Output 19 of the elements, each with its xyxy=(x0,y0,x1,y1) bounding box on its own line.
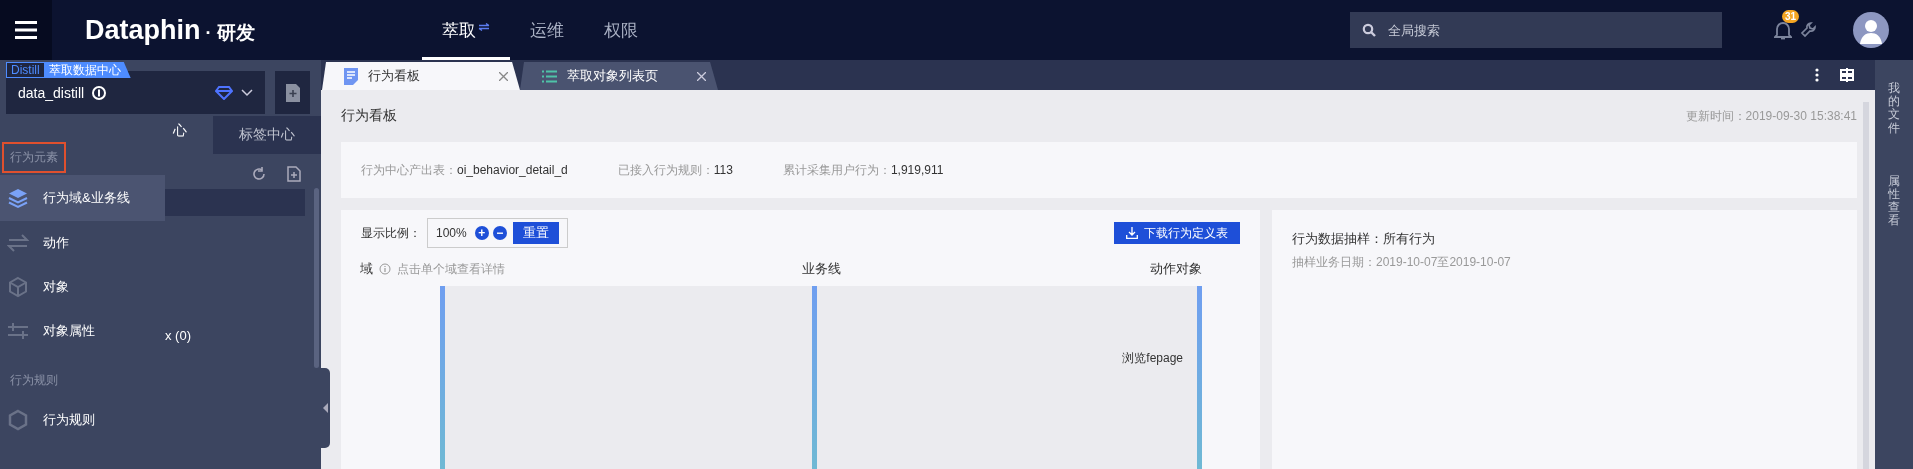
hint-text: 点击单个域查看详情 xyxy=(397,260,505,278)
section-title: 行为元素 xyxy=(2,142,66,173)
column-header: 域 xyxy=(360,260,373,278)
page-title: 行为看板 xyxy=(341,107,397,125)
section-title: 行为规则 xyxy=(9,372,59,389)
sample-date: 抽样业务日期：2019-10-07至2019-10-07 xyxy=(1292,254,1512,271)
notification-badge: 31 xyxy=(1782,10,1800,23)
zoom-value: 100% xyxy=(436,226,467,240)
column-header: 动作对象 xyxy=(1149,260,1202,278)
update-time: 更新时间：2019-09-30 15:38:41 xyxy=(1685,107,1857,125)
logo-separator: · xyxy=(205,22,212,44)
brand-logo: Dataphin xyxy=(85,14,201,46)
sample-title: 行为数据抽样：所有行为 xyxy=(1292,230,1436,248)
module-name: 研发 xyxy=(216,20,255,45)
zoom-label: 显示比例： xyxy=(361,224,421,242)
stat-text: 累计采集用户行为：1,919,911 xyxy=(782,161,944,179)
stat-text: 行为中心产出表：oi_behavior_detail_d xyxy=(361,161,568,179)
stat-text: 已接入行为规则：113 xyxy=(617,161,733,179)
column-header: 业务线 xyxy=(801,260,841,278)
